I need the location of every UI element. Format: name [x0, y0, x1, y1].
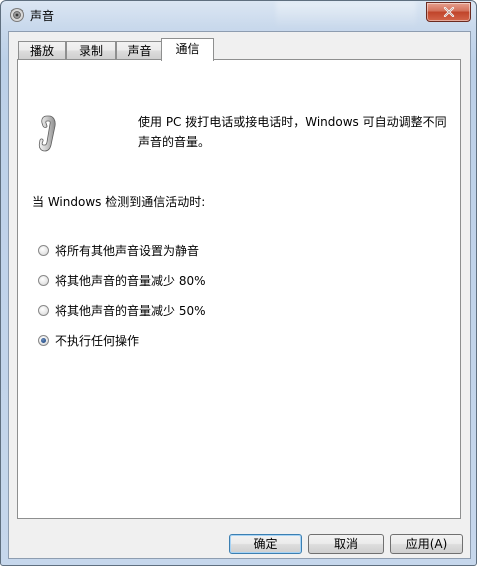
- close-button[interactable]: [426, 2, 471, 22]
- telephone-icon: [38, 114, 60, 154]
- speaker-control-panel-icon: [9, 7, 25, 23]
- option-mute-all[interactable]: 将所有其他声音设置为静音: [38, 242, 199, 258]
- option-reduce-80[interactable]: 将其他声音的音量减少 80%: [38, 272, 206, 288]
- radio-button[interactable]: [38, 304, 49, 316]
- ok-button[interactable]: 确定: [229, 534, 302, 554]
- cancel-button[interactable]: 取消: [308, 534, 384, 554]
- tab-communications[interactable]: 通信: [161, 38, 214, 61]
- radio-button[interactable]: [38, 244, 49, 256]
- option-label: 将其他声音的音量减少 50%: [55, 303, 206, 318]
- option-label: 不执行任何操作: [55, 333, 140, 348]
- communications-panel: 使用 PC 拨打电话或接电话时，Windows 可自动调整不同声音的音量。 当 …: [17, 59, 461, 519]
- window-title: 声音: [30, 9, 55, 23]
- dialog-client-area: 播放 录制 声音 通信 使用 PC 拨打电话或接电话时，Windows 可自动调…: [8, 31, 471, 559]
- option-reduce-50[interactable]: 将其他声音的音量减少 50%: [38, 302, 206, 318]
- communications-description: 使用 PC 拨打电话或接电话时，Windows 可自动调整不同声音的音量。: [138, 115, 447, 149]
- radio-button-selected[interactable]: [38, 334, 49, 346]
- title-bar[interactable]: 声音: [1, 1, 476, 29]
- radio-button[interactable]: [38, 274, 49, 286]
- option-label: 将其他声音的音量减少 80%: [55, 273, 206, 288]
- sound-dialog: 声音 播放 录制 声音 通信 使用 PC 拨打电话或接电话时，Windows 可…: [0, 0, 477, 566]
- option-label: 将所有其他声音设置为静音: [55, 243, 200, 258]
- apply-button[interactable]: 应用(A): [390, 534, 463, 554]
- option-do-nothing[interactable]: 不执行任何操作: [38, 332, 139, 348]
- tab-sounds[interactable]: 声音: [116, 41, 163, 59]
- communications-prompt: 当 Windows 检测到通信活动时:: [32, 195, 206, 209]
- tab-recording[interactable]: 录制: [66, 41, 116, 59]
- tab-playback[interactable]: 播放: [18, 41, 66, 59]
- close-icon: [443, 7, 454, 17]
